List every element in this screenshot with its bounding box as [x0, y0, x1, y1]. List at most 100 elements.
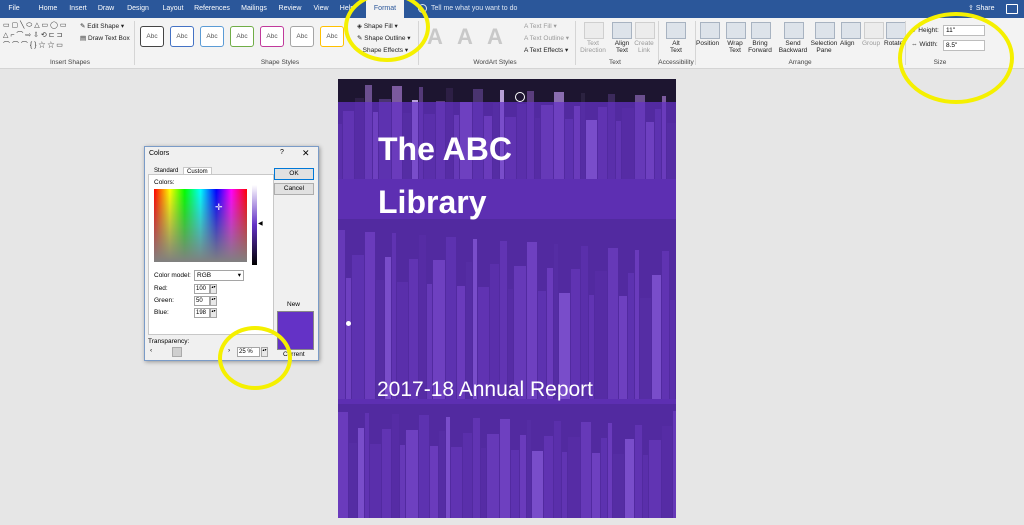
new-label: New [287, 301, 301, 308]
color-model-label: Color model: [154, 272, 191, 279]
shape-style-6[interactable]: Abc [290, 26, 314, 47]
color-model-select[interactable]: RGB ▾ [194, 270, 244, 281]
share-label: Share [975, 5, 995, 12]
document-title[interactable]: The ABC Library [378, 123, 638, 229]
bring-forward-button[interactable]: Bring Forward [744, 40, 776, 54]
create-link-button[interactable]: Create Link [634, 40, 654, 54]
shape-style-2[interactable]: Abc [170, 26, 194, 47]
edit-shape-button[interactable]: ✎ Edit Shape ▾ [80, 22, 124, 30]
align-text-button[interactable]: Align Text [610, 40, 634, 54]
wrap-text-icon [726, 22, 746, 39]
dialog-title: Colors [149, 150, 170, 157]
align-text-icon [612, 22, 632, 39]
colors-label: Colors: [154, 179, 175, 186]
close-button[interactable]: ✕ [302, 148, 310, 159]
accessibility-group-label: Accessibility [658, 59, 694, 66]
position-button[interactable]: Position [696, 40, 719, 47]
text-effects-label: Text Effects [529, 47, 564, 54]
shape-style-7[interactable]: Abc [320, 26, 344, 47]
rotation-handle[interactable] [515, 92, 525, 102]
green-input[interactable]: 50 [194, 296, 210, 306]
tab-references[interactable]: References [192, 0, 232, 18]
send-backward-icon [784, 22, 804, 39]
tell-me-search[interactable]: Tell me what you want to do [418, 0, 517, 18]
shape-style-4[interactable]: Abc [230, 26, 254, 47]
help-button[interactable]: ? [280, 149, 284, 156]
shapes-row-2: △ ⌐ ⌒ ⇨ ⇩ ⟲ ⊏ ⊐ [3, 32, 63, 39]
blue-label: Blue: [154, 309, 169, 316]
color-spectrum[interactable] [154, 189, 247, 262]
shape-style-5[interactable]: Abc [260, 26, 284, 47]
crosshair-icon: ✛ [215, 202, 223, 212]
tab-home[interactable]: Home [34, 0, 62, 18]
text-fill-button[interactable]: A Text Fill ▾ [524, 22, 557, 30]
alt-text-button[interactable]: Alt Text [666, 40, 686, 54]
luminance-arrow-icon: ◀ [258, 221, 263, 227]
align-button[interactable]: Align [840, 40, 854, 47]
tab-mailings[interactable]: Mailings [238, 0, 270, 18]
cancel-button[interactable]: Cancel [274, 183, 314, 195]
position-icon [700, 22, 720, 39]
shapes-row-3: ⌒ ⌒ ⌒ { } ☆ ☆ ▭ [3, 42, 63, 49]
alt-text-icon [666, 22, 686, 39]
wordart-style-3[interactable]: A [484, 24, 506, 50]
blue-input[interactable]: 198 [194, 308, 210, 318]
custom-panel: Colors: ✛ ◀ Color model: RGB ▾ Red: 100 ▴… [148, 174, 274, 335]
highlight-circle [898, 12, 1014, 104]
create-link-icon [635, 22, 655, 39]
comments-icon[interactable] [1006, 4, 1018, 14]
document-subtitle[interactable]: 2017-18 Annual Report [377, 378, 593, 402]
tab-view[interactable]: View [310, 0, 332, 18]
tab-layout[interactable]: Layout [157, 0, 189, 18]
insert-shapes-group-label: Insert Shapes [49, 59, 91, 66]
tab-insert[interactable]: Insert [65, 0, 91, 18]
ribbon-format: ▭ ▢ ╲ ⬭ △ ▭ ◯ ▭ △ ⌐ ⌒ ⇨ ⇩ ⟲ ⊏ ⊐ ⌒ ⌒ ⌒ { … [0, 18, 1024, 69]
shape-style-1[interactable]: Abc [140, 26, 164, 47]
red-input[interactable]: 100 [194, 284, 210, 294]
group-button[interactable]: Group [862, 40, 880, 47]
slider-left-arrow-icon[interactable]: ‹ [150, 347, 152, 354]
text-effects-button[interactable]: A Text Effects ▾ [524, 46, 568, 54]
luminance-slider[interactable] [252, 185, 257, 265]
ribbon-tab-bar: File Home Insert Draw Design Layout References… [0, 0, 1024, 18]
green-spinner[interactable]: ▴▾ [210, 296, 217, 306]
text-outline-button[interactable]: A Text Outline ▾ [524, 34, 569, 42]
draw-text-box-label: Draw Text Box [87, 35, 130, 42]
arrange-group-label: Arrange [788, 59, 812, 66]
text-outline-label: Text Outline [529, 35, 564, 42]
title-line-1: The ABC [378, 131, 512, 167]
color-model-value: RGB [197, 272, 212, 279]
shape-styles-group-label: Shape Styles [260, 59, 300, 66]
tab-file[interactable]: File [2, 0, 26, 18]
red-spinner[interactable]: ▴▾ [210, 284, 217, 294]
send-backward-button[interactable]: Send Backward [776, 40, 810, 54]
title-line-2: Library [378, 184, 487, 220]
tab-draw[interactable]: Draw [95, 0, 117, 18]
wordart-style-2[interactable]: A [454, 24, 476, 50]
colors-dialog: Colors ? ✕ Standard Custom Colors: ✛ ◀ C… [144, 146, 319, 361]
selection-pane-icon [815, 22, 835, 39]
blue-spinner[interactable]: ▴▾ [210, 308, 217, 318]
text-fill-label: Text Fill [529, 23, 552, 30]
rotate-icon [886, 22, 906, 39]
shape-style-3[interactable]: Abc [200, 26, 224, 47]
text-direction-button[interactable]: Text Direction [580, 40, 606, 54]
tab-design[interactable]: Design [122, 0, 154, 18]
transparency-label: Transparency: [148, 338, 190, 345]
selection-pane-button[interactable]: Selection Pane [810, 40, 838, 54]
wordart-styles-group-label: WordArt Styles [473, 59, 517, 66]
ok-button[interactable]: OK [274, 168, 314, 180]
green-label: Green: [154, 297, 174, 304]
align-icon [841, 22, 861, 39]
red-label: Red: [154, 285, 168, 292]
draw-text-box-button[interactable]: ▤ Draw Text Box [80, 34, 130, 42]
group-icon [864, 22, 884, 39]
bring-forward-icon [751, 22, 771, 39]
document-page[interactable]: The ABC Library 2017-18 Annual Report [338, 79, 676, 518]
group-separator [575, 21, 576, 65]
transparency-slider[interactable] [172, 347, 182, 357]
text-group-label: Text [609, 59, 621, 66]
resize-handle[interactable] [346, 321, 351, 326]
tab-review[interactable]: Review [276, 0, 304, 18]
group-separator [134, 21, 135, 65]
